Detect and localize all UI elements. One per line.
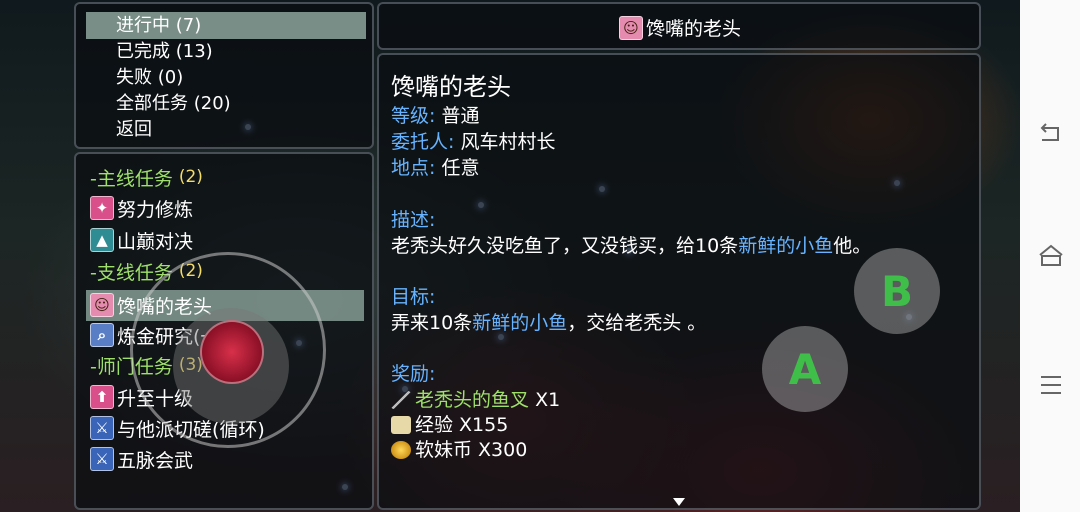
quest-item[interactable]: ▲ 山巅对决 — [90, 227, 193, 253]
menu-icon[interactable] — [1038, 372, 1064, 398]
goal-highlight: 新鲜的小鱼 — [472, 312, 568, 334]
system-nav-bar — [1020, 0, 1080, 512]
client-value: 风车村村长 — [460, 131, 556, 153]
quest-mountain-icon: ▲ — [90, 228, 114, 252]
quest-magnifier-icon: ⌕ — [90, 323, 114, 347]
grade-value: 普通 — [441, 105, 480, 127]
quest-label: 山巅对决 — [117, 230, 194, 253]
reward-coin: 软妹币 X300 — [415, 439, 528, 461]
game-background: 进行中 (7) 已完成 (13) 失败 (0) 全部任务 (20) 返回 -主线… — [0, 0, 1020, 512]
quest-item[interactable]: ✦ 努力修炼 — [90, 195, 193, 221]
category-count: (2) — [178, 167, 203, 187]
client-label: 委托人: — [391, 131, 455, 153]
menu-item-back[interactable]: 返回 — [116, 117, 152, 143]
place-row: 地点: 任意 — [391, 153, 479, 180]
a-button[interactable]: A — [762, 326, 848, 412]
reward-item-row: 老秃头的鱼叉 X1 — [391, 385, 560, 412]
desc-label: 描述: — [391, 209, 436, 231]
goal-label: 目标: — [391, 286, 436, 308]
category-main[interactable]: -主线任务 (2) — [90, 164, 203, 190]
reward-coin-row: 软妹币 X300 — [391, 435, 527, 462]
quest-title-bar: ☺ 馋嘴的老头 — [377, 2, 981, 50]
reward-item-name: 老秃头的鱼叉 — [415, 389, 530, 411]
reward-item-qty: X1 — [535, 389, 561, 411]
quest-title-label: 馋嘴的老头 — [646, 18, 742, 40]
player-avatar — [200, 320, 264, 384]
menu-item-in-progress[interactable]: 进行中 (7) — [116, 13, 201, 39]
desc-suffix: 他。 — [833, 235, 872, 257]
place-label: 地点: — [391, 157, 436, 179]
menu-item-failed[interactable]: 失败 (0) — [116, 65, 183, 91]
goal-prefix: 弄来10条 — [391, 312, 473, 334]
menu-item-all-quests[interactable]: 全部任务 (20) — [116, 91, 231, 117]
quest-level-icon: ⬆ — [90, 385, 114, 409]
quest-label: 努力修炼 — [117, 198, 194, 221]
desc-text: 老秃头好久没吃鱼了，又没钱买，给10条新鲜的小鱼他。 — [391, 231, 871, 258]
quest-item[interactable]: ⚔ 五脉会武 — [90, 446, 193, 472]
coin-icon — [391, 441, 411, 459]
goal-text: 弄来10条新鲜的小鱼，交给老秃头 。 — [391, 308, 706, 335]
client-row: 委托人: 风车村村长 — [391, 127, 555, 154]
home-icon[interactable] — [1038, 243, 1064, 269]
fork-icon — [391, 391, 411, 409]
place-value: 任意 — [441, 157, 480, 179]
reward-exp: 经验 X155 — [415, 414, 509, 436]
quest-face-icon: ☺ — [619, 15, 643, 40]
b-button[interactable]: B — [854, 248, 940, 334]
scroll-icon — [391, 416, 411, 434]
quest-sword-icon: ⚔ — [90, 447, 114, 471]
quest-face-icon: ☺ — [90, 293, 114, 317]
scroll-down-arrow-icon[interactable] — [673, 498, 685, 506]
desc-prefix: 老秃头好久没吃鱼了，又没钱买，给10条 — [391, 235, 739, 257]
grade-row: 等级: 普通 — [391, 101, 479, 128]
desc-highlight: 新鲜的小鱼 — [738, 235, 834, 257]
category-label: -主线任务 — [90, 167, 173, 190]
menu-item-completed[interactable]: 已完成 (13) — [116, 39, 213, 65]
quest-sword-icon: ⚔ — [90, 416, 114, 440]
filter-menu-panel: 进行中 (7) 已完成 (13) 失败 (0) 全部任务 (20) 返回 — [74, 2, 374, 149]
quest-title: ☺ 馋嘴的老头 — [619, 14, 741, 41]
reward-label: 奖励: — [391, 363, 436, 385]
back-icon[interactable] — [1038, 120, 1064, 146]
goal-suffix: ，交给老秃头 。 — [567, 312, 707, 334]
grade-label: 等级: — [391, 105, 436, 127]
quest-label: 五脉会武 — [117, 449, 194, 472]
quest-training-icon: ✦ — [90, 196, 114, 220]
quest-name: 馋嘴的老头 — [391, 73, 511, 101]
reward-exp-row: 经验 X155 — [391, 410, 508, 437]
